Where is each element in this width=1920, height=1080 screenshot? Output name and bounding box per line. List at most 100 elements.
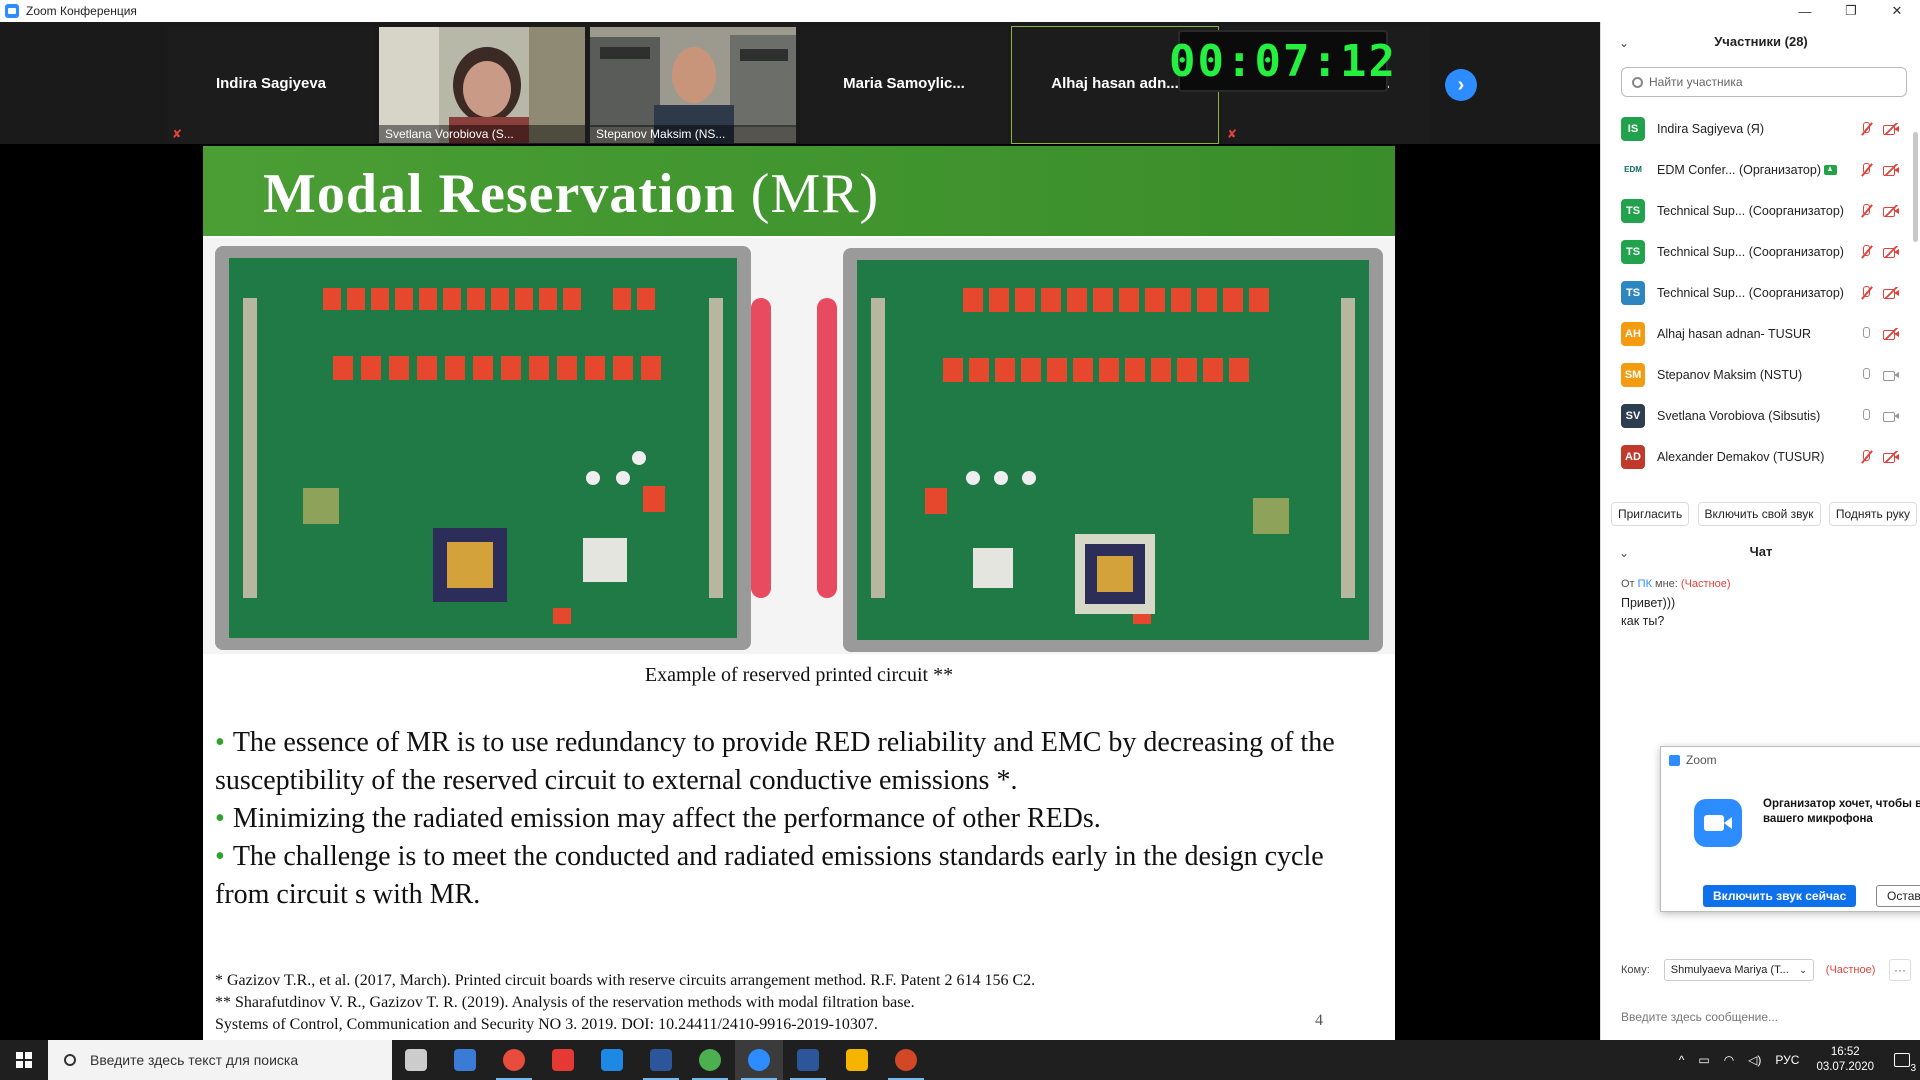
shared-slide: Modal Reservation (MR) Example of reserv… — [203, 146, 1395, 1040]
participant-name: Technical Sup... (Соорганизатор) — [1657, 286, 1844, 300]
camera-off-icon — [1883, 327, 1899, 340]
participant-row[interactable]: TS Technical Sup... (Соорганизатор) — [1601, 231, 1911, 272]
camera-off-icon — [1883, 450, 1899, 463]
participant-row[interactable]: IS Indira Sagiyeva (Я) — [1601, 108, 1911, 149]
participant-list-scrollbar[interactable] — [1913, 132, 1918, 242]
taskbar-app-gift-app[interactable] — [539, 1040, 587, 1080]
show-hidden-icons[interactable]: ^ — [1679, 1053, 1685, 1067]
wifi-icon[interactable]: ◠ — [1724, 1053, 1734, 1067]
bullet-text: The challenge is to meet the conducted a… — [215, 841, 1324, 910]
participant-tile-stepanov[interactable]: Stepanov Maksim (NS... ✘ — [589, 26, 797, 144]
participant-name-text: EDM Confer... (Организатор) — [1657, 162, 1821, 177]
clock-date: 03.07.2020 — [1816, 1061, 1874, 1073]
message-sender[interactable]: ПК — [1638, 578, 1652, 590]
participant-name: Svetlana Vorobiova (Sibsutis) — [1657, 409, 1820, 423]
taskbar-app-mail[interactable] — [588, 1040, 636, 1080]
powerpoint-icon — [895, 1049, 917, 1071]
avatar: EDM — [1621, 157, 1645, 182]
input-language[interactable]: РУС — [1775, 1053, 1799, 1067]
participant-tile-svetlana[interactable]: Svetlana Vorobiova (S... — [378, 26, 586, 144]
bullet-item: • The challenge is to meet the conducted … — [215, 838, 1385, 914]
unmute-self-button[interactable]: Включить свой звук — [1697, 502, 1821, 526]
popup-title-text: Zoom — [1686, 753, 1717, 767]
camera-off-icon — [1883, 286, 1899, 299]
participant-row[interactable]: SV Svetlana Vorobiova (Sibsutis) — [1601, 395, 1911, 436]
taskbar-search[interactable] — [48, 1040, 392, 1080]
notifications-button[interactable]: 3 — [1884, 1040, 1920, 1080]
search-icon — [1632, 76, 1643, 88]
mic-muted-icon — [1859, 162, 1873, 177]
chat-message-input[interactable] — [1621, 1010, 1907, 1024]
raise-hand-button[interactable]: Поднять руку — [1828, 502, 1917, 526]
battery-icon[interactable]: ▭ — [1698, 1053, 1709, 1067]
mic-muted-icon — [1859, 121, 1873, 136]
participant-row[interactable]: AD Alexander Demakov (TUSUR) — [1601, 436, 1911, 477]
participant-tile-maria[interactable]: Maria Samoylic... — [800, 26, 1008, 144]
participant-search-input[interactable] — [1649, 75, 1889, 89]
participant-row[interactable]: EDM EDM Confer... (Организатор) — [1601, 149, 1911, 190]
participant-name-text: Alexander Demakov (TUSUR) — [1657, 449, 1825, 464]
participant-name: EDM Confer... (Организатор) — [1657, 163, 1837, 177]
unmute-now-button[interactable]: Включить звук сейчас — [1703, 885, 1857, 907]
slide-page-number: 4 — [1315, 1012, 1323, 1029]
participant-name: Technical Sup... (Соорганизатор) — [1657, 204, 1844, 218]
participant-name-text: Technical Sup... (Соорганизатор) — [1657, 244, 1844, 259]
avatar: SV — [1621, 403, 1645, 428]
participant-search[interactable] — [1621, 67, 1907, 97]
start-button[interactable] — [0, 1040, 48, 1080]
bullet-text: Minimizing the radiated emission may aff… — [232, 803, 1101, 834]
chrome-icon — [503, 1049, 525, 1071]
mic-muted-icon: ✘ — [1227, 127, 1238, 141]
slide-title: Modal Reservation (MR) — [263, 162, 879, 226]
taskbar-app-task-view[interactable] — [392, 1040, 440, 1080]
avatar: AD — [1621, 444, 1645, 469]
tile-name: Stepanov Maksim (NS... — [590, 125, 796, 143]
zoom-app-icon — [5, 4, 19, 18]
taskbar-app-explorer[interactable] — [833, 1040, 881, 1080]
pcb-photo-illustration — [203, 238, 1395, 654]
taskbar-app-chrome[interactable] — [490, 1040, 538, 1080]
avatar: SM — [1621, 362, 1645, 387]
participant-name-text: Alhaj hasan adnan- TUSUR — [1657, 326, 1812, 341]
participant-row[interactable]: TS Technical Sup... (Соорганизатор) — [1601, 190, 1911, 231]
avatar: AH — [1621, 321, 1645, 346]
reference-line: ** Sharafutdinov V. R., Gazizov T. R. (2… — [215, 994, 915, 1011]
participant-name-text: Svetlana Vorobiova (Sibsutis) — [1657, 408, 1821, 423]
chat-message: как ты? — [1621, 614, 1665, 628]
volume-icon[interactable]: ◁) — [1748, 1053, 1761, 1067]
invite-button[interactable]: Пригласить — [1611, 502, 1690, 526]
taskbar-app-word-2[interactable] — [784, 1040, 832, 1080]
participant-name-text: Technical Sup... (Соорганизатор) — [1657, 203, 1844, 218]
participant-row[interactable]: AH Alhaj hasan adnan- TUSUR — [1601, 313, 1911, 354]
minimize-button[interactable]: — — [1782, 0, 1828, 22]
taskbar-search-input[interactable] — [90, 1052, 380, 1068]
participant-row[interactable]: TS Technical Sup... (Соорганизатор) — [1601, 272, 1911, 313]
next-page-button[interactable]: › — [1445, 69, 1477, 101]
taskbar-app-chrome-2[interactable] — [686, 1040, 734, 1080]
task-view-icon — [405, 1049, 427, 1071]
bullet-mark: • — [215, 803, 225, 834]
camera-icon — [1883, 410, 1899, 422]
taskbar-app-store[interactable] — [441, 1040, 489, 1080]
stay-muted-button[interactable]: Остав — [1876, 885, 1920, 907]
participant-tile-indira[interactable]: Indira Sagiyeva ✘ — [167, 26, 375, 144]
close-button[interactable]: ✕ — [1874, 0, 1920, 22]
recipient-select[interactable]: Shmulyaeva Mariya (T... ⌄ — [1663, 959, 1814, 981]
unmute-request-popup: Zoom Организатор хочет, чтобы в вашего ми… — [1660, 746, 1920, 912]
camera-off-icon — [1883, 204, 1899, 217]
mic-muted-icon — [1859, 244, 1873, 259]
zoom-small-icon — [1669, 754, 1680, 766]
bullet-text: The essence of MR is to use redundancy t… — [215, 727, 1335, 796]
screen-share-icon — [1824, 165, 1837, 176]
system-tray: ^ ▭ ◠ ◁) РУС 16:52 03.07.2020 3 — [1672, 1040, 1920, 1080]
chat-more-button[interactable]: ··· — [1889, 959, 1911, 981]
participant-row[interactable]: SM Stepanov Maksim (NSTU) — [1601, 354, 1911, 395]
taskbar-app-powerpoint[interactable] — [882, 1040, 930, 1080]
reference-line: Systems of Control, Communication and Se… — [215, 1016, 878, 1033]
participant-actions: Пригласить Включить свой звук Поднять ру… — [1611, 502, 1917, 526]
taskbar-app-zoom[interactable] — [735, 1040, 783, 1080]
clock[interactable]: 16:52 03.07.2020 — [1816, 1045, 1874, 1075]
taskbar-app-word[interactable] — [637, 1040, 685, 1080]
maximize-button[interactable]: ❐ — [1828, 0, 1874, 22]
avatar: TS — [1621, 280, 1645, 305]
